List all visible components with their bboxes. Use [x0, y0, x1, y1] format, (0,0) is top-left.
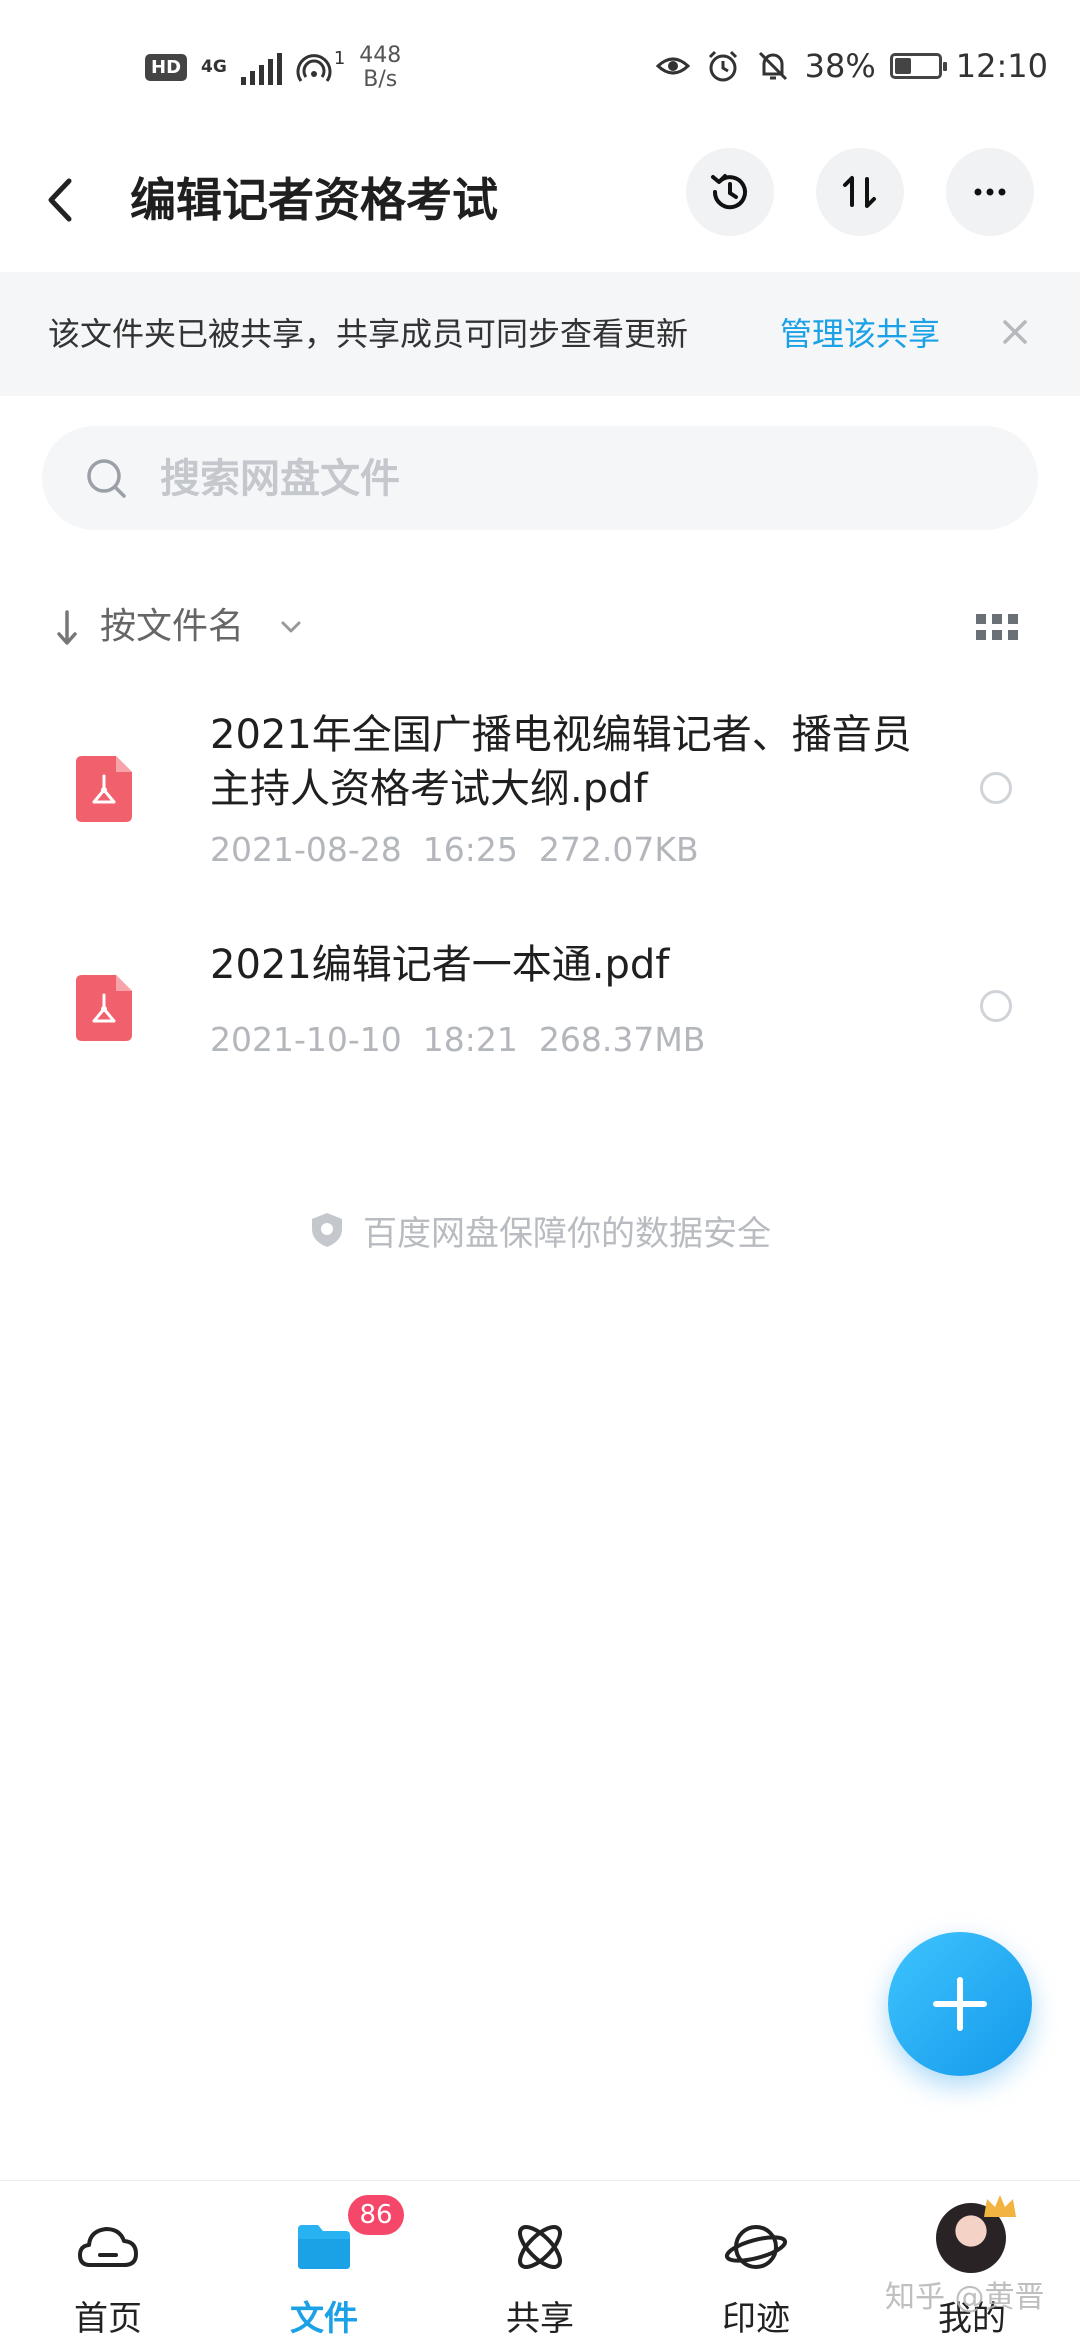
pdf-file-icon [76, 975, 132, 1041]
grid-view-icon[interactable] [976, 612, 1018, 642]
page-title: 编辑记者资格考试 [130, 173, 498, 227]
clock: 12:10 [955, 47, 1048, 85]
hd-indicator: HD [145, 54, 188, 81]
nav-trace[interactable]: 印迹 [648, 2181, 864, 2341]
battery-icon [889, 53, 947, 79]
file-size: 268.37MB [538, 1020, 706, 1059]
back-button[interactable] [45, 160, 95, 240]
status-right: 38% 12:10 [655, 38, 1048, 94]
sort-label[interactable]: 按文件名 [100, 590, 244, 664]
nav-files-label: 文件 [290, 2299, 358, 2339]
mute-bell-icon [758, 51, 787, 81]
hotspot-icon [296, 53, 332, 82]
alarm-icon [708, 50, 737, 82]
history-button[interactable] [686, 148, 774, 236]
share-banner-text: 该文件夹已被共享，共享成员可同步查看更新 [48, 315, 689, 353]
file-time: 16:25 [422, 830, 518, 869]
close-icon[interactable] [995, 312, 1035, 352]
file-date: 2021-08-28 [210, 830, 402, 869]
search-bar[interactable] [42, 426, 1038, 532]
history-icon [711, 174, 747, 210]
more-icon [974, 188, 1006, 196]
status-left: HD 4G 1 448 B/s [145, 40, 401, 95]
nav-home[interactable]: 首页 [0, 2181, 216, 2341]
nav-trace-label: 印迹 [722, 2299, 790, 2339]
list-item[interactable]: 2021编辑记者一本通.pdf 2021-10-10 18:21 268.37M… [0, 940, 1080, 1090]
network-type: 4G [201, 57, 227, 77]
security-note-text: 百度网盘保障你的数据安全 [363, 1213, 771, 1254]
status-bar: HD 4G 1 448 B/s 38% 12:10 [0, 0, 1080, 130]
speed-unit: B/s [363, 66, 398, 92]
share-banner: 该文件夹已被共享，共享成员可同步查看更新 管理该共享 [0, 272, 1080, 396]
pdf-file-icon [76, 756, 132, 822]
sort-direction-icon[interactable] [52, 608, 82, 648]
hotspot-count: 1 [333, 48, 346, 69]
back-icon [48, 178, 72, 222]
search-icon [87, 459, 126, 498]
signal-icon [240, 51, 282, 85]
battery-percent: 38% [804, 47, 876, 85]
watermark: 知乎 @黄晋 [885, 2280, 1045, 2315]
file-time: 18:21 [422, 1020, 518, 1059]
folder-icon [298, 2225, 350, 2269]
shield-icon [312, 1213, 342, 1247]
nav-share-label: 共享 [506, 2299, 574, 2339]
sort-row: 按文件名 [0, 590, 1080, 664]
nav-me[interactable]: 我的 [864, 2181, 1080, 2341]
chevron-down-icon[interactable] [278, 616, 304, 638]
file-meta: 2021-10-10 18:21 268.37MB [210, 1020, 705, 1059]
file-date: 2021-10-10 [210, 1020, 402, 1059]
plus-icon [933, 1977, 987, 2031]
bottom-nav: 首页 文件 共享 86 印迹 我的 [0, 2180, 1080, 2341]
share-atom-icon [518, 2225, 562, 2269]
search-input[interactable] [158, 426, 982, 532]
list-item[interactable]: 2021年全国广播电视编辑记者、播音员主持人资格考试大纲.pdf 2021-08… [0, 700, 1080, 900]
add-button[interactable] [888, 1932, 1032, 2076]
top-bar: 编辑记者资格考试 [0, 130, 1080, 270]
eye-icon [655, 57, 690, 75]
planet-icon [724, 2225, 788, 2269]
file-name: 2021编辑记者一本通.pdf [210, 942, 670, 988]
file-meta: 2021-08-28 16:25 272.07KB [210, 830, 699, 869]
manage-share-link[interactable]: 管理该共享 [780, 272, 940, 396]
transfer-icon [843, 176, 876, 208]
share-badge: 86 [348, 2195, 404, 2235]
file-size: 272.07KB [538, 830, 699, 869]
speed-value: 448 [359, 42, 402, 68]
file-name: 2021年全国广播电视编辑记者、播音员主持人资格考试大纲.pdf [210, 712, 912, 812]
nav-share[interactable]: 共享 [432, 2181, 648, 2341]
nav-home-label: 首页 [74, 2299, 142, 2339]
security-note: 百度网盘保障你的数据安全 [0, 1200, 1080, 1260]
transfer-button[interactable] [816, 148, 904, 236]
net-speed: 448 B/s [359, 42, 402, 92]
home-cloud-icon [78, 2227, 138, 2267]
crown-icon [984, 2195, 1016, 2217]
battery-level [894, 58, 911, 74]
select-checkbox[interactable] [980, 990, 1012, 1022]
select-checkbox[interactable] [980, 772, 1012, 804]
more-button[interactable] [946, 148, 1034, 236]
